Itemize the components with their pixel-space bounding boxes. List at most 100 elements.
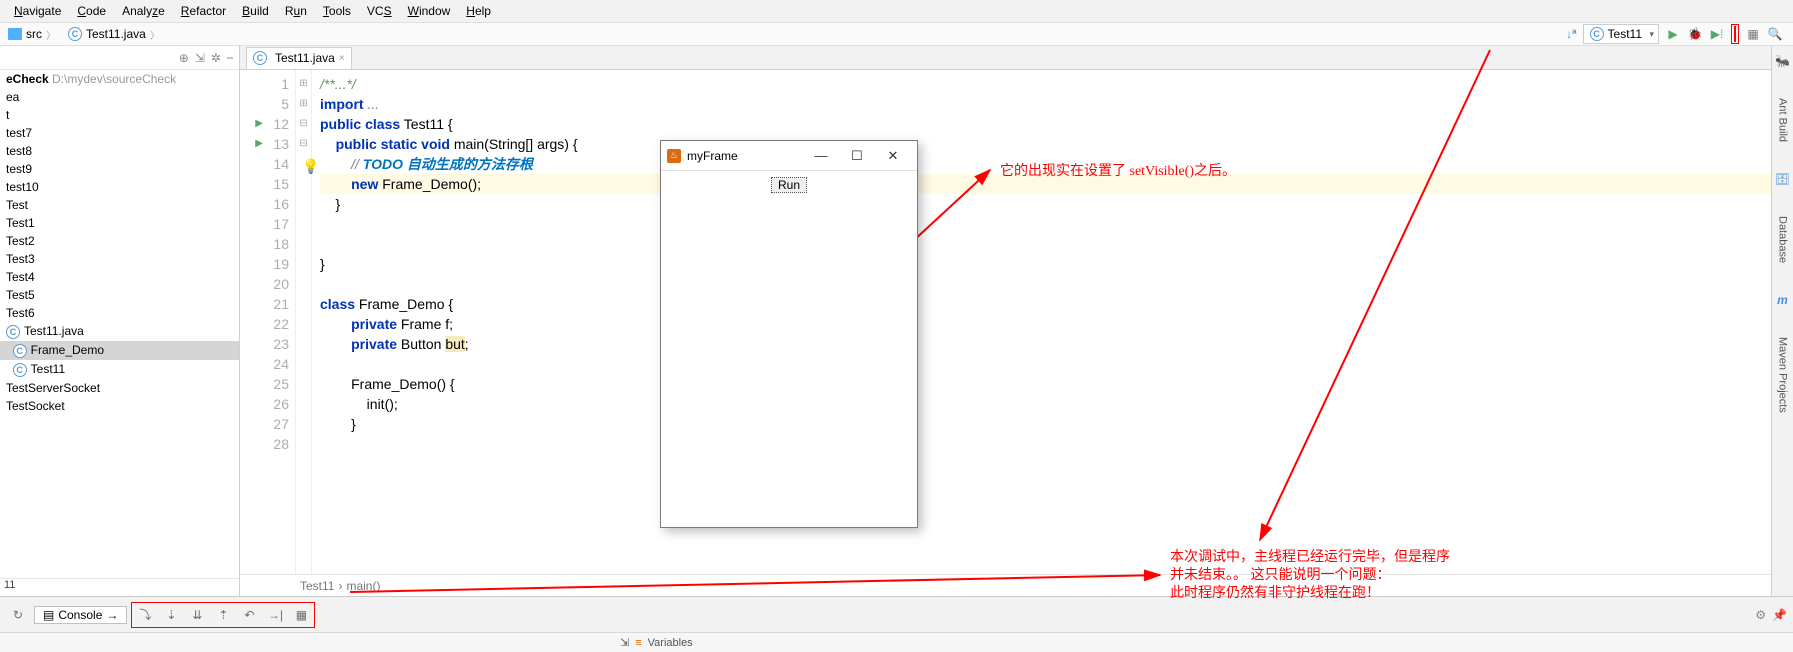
collapse-all-icon[interactable]: ⇲: [195, 51, 205, 65]
tree-node[interactable]: test8: [0, 142, 239, 160]
annotation-4: 此时程序仍然有非守护线程在跑！: [1170, 582, 1380, 602]
menu-vcs[interactable]: VCS: [359, 2, 400, 20]
myframe-body: Run: [661, 171, 917, 193]
menu-build[interactable]: Build: [234, 2, 277, 20]
myframe-titlebar[interactable]: ♨ myFrame — ☐ ✕: [661, 141, 917, 171]
maven-icon[interactable]: m: [1777, 293, 1788, 307]
console-tab[interactable]: ▤ Console →: [34, 606, 127, 624]
variables-label[interactable]: Variables: [648, 637, 693, 649]
tree-node[interactable]: test7: [0, 124, 239, 142]
java-class-icon: C: [6, 325, 20, 339]
editor-breadcrumb: Test11 › main(): [240, 574, 1771, 596]
editor: C Test11.java × 💡 1512131415161718192021…: [240, 46, 1771, 596]
run-button[interactable]: ▶: [1665, 26, 1681, 42]
menu-navigate[interactable]: Navigate: [6, 2, 69, 20]
minimize-icon[interactable]: —: [803, 148, 839, 163]
tree-node[interactable]: TestSocket: [0, 397, 239, 415]
pin-icon[interactable]: 📌: [1772, 608, 1787, 622]
java-class-icon: C: [1590, 27, 1604, 41]
stop-icon: [1734, 26, 1736, 42]
java-class-icon: C: [13, 363, 27, 377]
ant-build-tab[interactable]: Ant Build: [1777, 98, 1789, 142]
bottom-right-icons: ⚙ 📌: [1755, 608, 1787, 622]
tree-node[interactable]: test10: [0, 178, 239, 196]
line-number-gutter: 151213141516171819202122232425262728: [240, 70, 296, 574]
close-icon[interactable]: ✕: [875, 148, 911, 164]
myframe-window[interactable]: ♨ myFrame — ☐ ✕ Run: [660, 140, 918, 528]
tree-node[interactable]: test9: [0, 160, 239, 178]
rerun-icon[interactable]: ↻: [6, 604, 30, 626]
navigation-bar: src CTest11.java ↓ª CTest11 ▶ 🐞 ▶⁞ ▦ 🔍: [0, 22, 1793, 46]
tree-node-class[interactable]: CFrame_Demo: [0, 341, 239, 360]
scroll-from-source-icon[interactable]: ⊕: [179, 51, 189, 65]
close-tab-icon[interactable]: ×: [339, 53, 345, 64]
tree-node[interactable]: Test3: [0, 250, 239, 268]
editor-tab[interactable]: C Test11.java ×: [246, 47, 352, 69]
run-to-cursor-icon[interactable]: →|: [263, 604, 287, 626]
tree-node[interactable]: TestServerSocket: [0, 379, 239, 397]
menu-window[interactable]: Window: [400, 2, 459, 20]
tree-node-file[interactable]: CTest11.java: [0, 322, 239, 341]
java-class-icon: C: [13, 344, 27, 358]
annotation-2: 本次调试中，主线程已经运行完毕，但是程序: [1170, 546, 1450, 566]
stop-button-highlighted[interactable]: [1731, 24, 1739, 44]
drop-frame-icon[interactable]: ↶: [237, 604, 261, 626]
ant-icon[interactable]: 🐜: [1775, 54, 1790, 68]
code-body[interactable]: /**...*/import ...public class Test11 { …: [312, 70, 1771, 574]
toolbar-right: ↓ª CTest11 ▶ 🐞 ▶⁞ ▦ 🔍: [1566, 24, 1789, 44]
code-editor[interactable]: 💡 151213141516171819202122232425262728 ⊞…: [240, 70, 1771, 574]
update-project-icon[interactable]: ↓ª: [1566, 27, 1576, 41]
debug-button[interactable]: 🐞: [1687, 26, 1703, 42]
tree-node-class[interactable]: CTest11: [0, 360, 239, 379]
breadcrumb-src[interactable]: src: [4, 24, 64, 44]
database-icon[interactable]: 🗄: [1775, 172, 1790, 186]
menu-refactor[interactable]: Refactor: [173, 2, 234, 20]
maximize-icon[interactable]: ☐: [839, 148, 875, 164]
run-configuration-selector[interactable]: CTest11: [1583, 24, 1659, 44]
menu-code[interactable]: Code: [69, 2, 114, 20]
java-app-icon: ♨: [667, 149, 681, 163]
layout-settings-icon[interactable]: ▦: [1745, 26, 1761, 42]
tree-node[interactable]: Test: [0, 196, 239, 214]
main-menu-bar: Navigate Code Analyze Refactor Build Run…: [0, 0, 1793, 22]
maven-tab[interactable]: Maven Projects: [1777, 337, 1789, 413]
folder-icon: [8, 28, 22, 40]
menu-help[interactable]: Help: [458, 2, 499, 20]
debug-tool-window: ↻ ▤ Console → ⤵ ⇣ ⇊ ⇡ ↶ →| ▦ ⚙ 📌: [0, 596, 1793, 632]
tree-node[interactable]: Test6: [0, 304, 239, 322]
settings-gear-icon[interactable]: ⚙: [1755, 608, 1766, 622]
evaluate-icon[interactable]: ▦: [289, 604, 313, 626]
breadcrumb-file[interactable]: CTest11.java: [64, 24, 168, 44]
tree-node[interactable]: Test2: [0, 232, 239, 250]
editor-tab-bar: C Test11.java ×: [240, 46, 1771, 70]
step-over-icon[interactable]: ⤵: [133, 604, 157, 626]
database-tab[interactable]: Database: [1777, 216, 1789, 263]
java-class-icon: C: [253, 51, 267, 65]
debug-step-buttons-highlighted: ⤵ ⇣ ⇊ ⇡ ↶ →| ▦: [131, 602, 315, 628]
hide-icon[interactable]: ⎯: [227, 50, 233, 65]
tree-root[interactable]: eCheck D:\mydev\sourceCheck: [0, 70, 239, 88]
project-tree[interactable]: eCheck D:\mydev\sourceCheck ea t test7 t…: [0, 70, 239, 578]
tree-node[interactable]: Test1: [0, 214, 239, 232]
menu-run[interactable]: Run: [277, 2, 315, 20]
tree-node[interactable]: t: [0, 106, 239, 124]
search-everywhere-icon[interactable]: 🔍: [1767, 26, 1783, 42]
variables-icon: ≡: [635, 637, 641, 649]
menu-tools[interactable]: Tools: [315, 2, 359, 20]
run-coverage-button[interactable]: ▶⁞: [1709, 26, 1725, 42]
annotation-1: 它的出现实在设置了 setVisible()之后。: [1000, 160, 1236, 180]
menu-analyze[interactable]: Analyze: [114, 2, 173, 20]
step-out-icon[interactable]: ⇡: [211, 604, 235, 626]
right-tool-strip: 🐜 Ant Build 🗄 Database m Maven Projects: [1771, 46, 1793, 596]
fold-column[interactable]: ⊞⊞⊟⊟: [296, 70, 312, 574]
intention-bulb-icon[interactable]: 💡: [302, 156, 319, 176]
tree-node[interactable]: Test4: [0, 268, 239, 286]
tree-node[interactable]: ea: [0, 88, 239, 106]
tree-node[interactable]: Test5: [0, 286, 239, 304]
settings-gear-icon[interactable]: ✲: [211, 51, 221, 65]
run-button-in-frame[interactable]: Run: [771, 177, 807, 193]
project-status: 11: [0, 578, 239, 596]
restore-layout-icon[interactable]: ⇲: [620, 636, 629, 649]
step-into-icon[interactable]: ⇣: [159, 604, 183, 626]
force-step-into-icon[interactable]: ⇊: [185, 604, 209, 626]
